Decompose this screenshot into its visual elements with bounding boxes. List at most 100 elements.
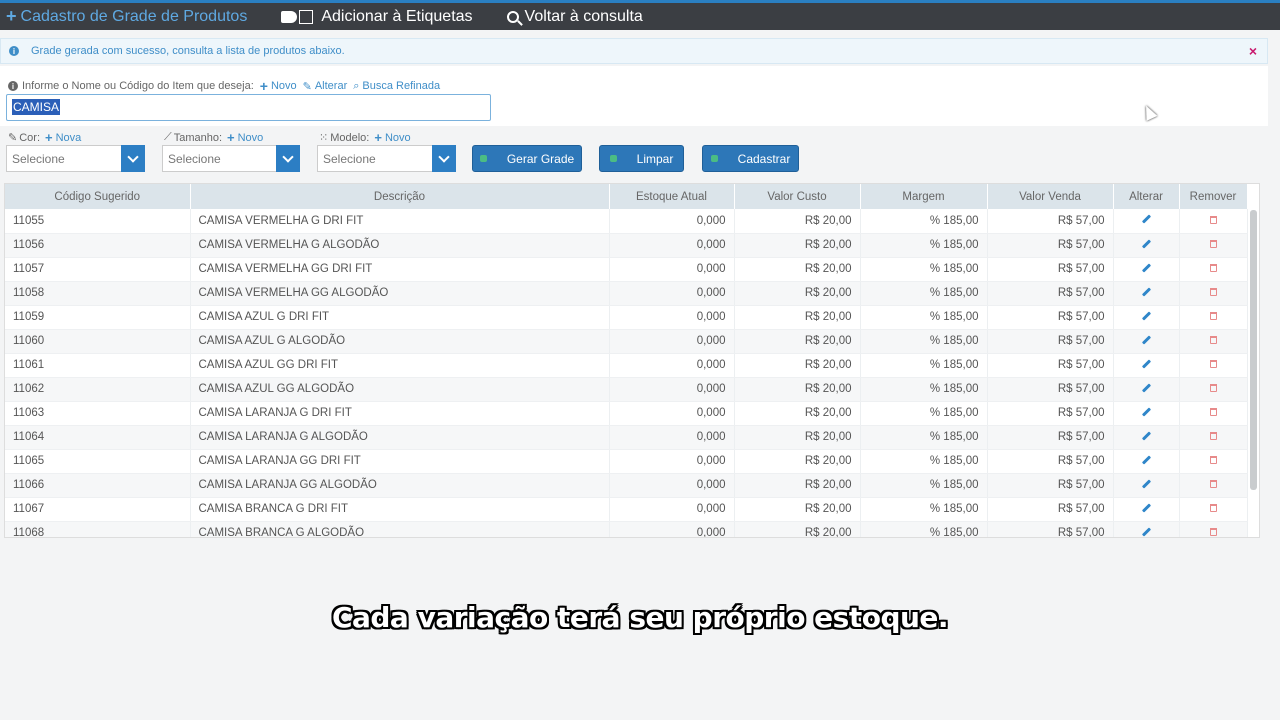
trash-icon[interactable] bbox=[1209, 360, 1217, 368]
add-labels-button[interactable]: Adicionar à Etiquetas bbox=[281, 8, 473, 26]
model-select[interactable]: Selecione bbox=[317, 145, 456, 172]
color-select[interactable]: Selecione bbox=[6, 145, 145, 172]
pencil-icon[interactable] bbox=[1141, 262, 1151, 273]
price-cell: R$ 57,00 bbox=[987, 329, 1114, 354]
table-row[interactable]: 11067 CAMISA BRANCA G DRI FIT 0,000 R$ 20,0… bbox=[5, 497, 1248, 522]
chevron-down-icon[interactable] bbox=[121, 145, 145, 172]
chevron-down-icon[interactable] bbox=[276, 145, 300, 172]
refined-search-link[interactable]: ⌕ Busca Refinada bbox=[353, 80, 440, 93]
size-filter-label-row: ⟋ Tamanho: + Novo bbox=[164, 130, 263, 145]
pencil-icon[interactable] bbox=[1141, 454, 1151, 465]
trash-icon[interactable] bbox=[1209, 480, 1217, 488]
trash-icon[interactable] bbox=[1209, 504, 1217, 512]
pencil-icon[interactable] bbox=[1141, 502, 1151, 513]
remove-cell bbox=[1179, 521, 1248, 537]
table-row[interactable]: 11055 CAMISA VERMELHA G DRI FIT 0,000 R$ 20… bbox=[5, 209, 1248, 234]
margin-cell: % 185,00 bbox=[860, 377, 988, 402]
trash-icon[interactable] bbox=[1209, 215, 1217, 224]
trash-icon[interactable] bbox=[1209, 408, 1217, 416]
table-row[interactable]: 11063 CAMISA LARANJA G DRI FIT 0,000 R$ 20,… bbox=[5, 401, 1248, 426]
table-row[interactable]: 11061 CAMISA AZUL GG DRI FIT 0,000 R$ 20,00… bbox=[5, 353, 1248, 378]
item-search-input[interactable]: CAMISA bbox=[6, 94, 491, 121]
description-cell: CAMISA VERMELHA G DRI FIT bbox=[190, 209, 610, 234]
trash-icon[interactable] bbox=[1209, 528, 1217, 536]
new-model-link[interactable]: + Novo bbox=[374, 130, 410, 145]
trash-icon[interactable] bbox=[1209, 240, 1217, 248]
price-cell: R$ 57,00 bbox=[987, 281, 1114, 306]
stock-cell: 0,000 bbox=[609, 257, 735, 282]
cost-cell: R$ 20,00 bbox=[734, 257, 861, 282]
price-cell: R$ 57,00 bbox=[987, 257, 1114, 282]
pencil-icon[interactable] bbox=[1141, 382, 1151, 393]
price-cell: R$ 57,00 bbox=[987, 233, 1114, 258]
cost-cell: R$ 20,00 bbox=[734, 209, 861, 234]
trash-icon[interactable] bbox=[1209, 312, 1217, 320]
clear-button[interactable]: Limpar bbox=[599, 145, 684, 172]
pencil-icon[interactable] bbox=[1141, 238, 1151, 249]
table-row[interactable]: 11058 CAMISA VERMELHA GG ALGODÃO 0,000 R$ 2… bbox=[5, 281, 1248, 306]
table-scrollbar[interactable] bbox=[1250, 210, 1257, 490]
table-row[interactable]: 11065 CAMISA LARANJA GG DRI FIT 0,000 R$ 20… bbox=[5, 449, 1248, 474]
description-cell: CAMISA LARANJA GG DRI FIT bbox=[190, 449, 610, 474]
stock-cell: 0,000 bbox=[609, 521, 735, 537]
pencil-icon[interactable] bbox=[1141, 406, 1151, 417]
size-select[interactable]: Selecione bbox=[162, 145, 300, 172]
price-cell: R$ 57,00 bbox=[987, 353, 1114, 378]
info-icon: i bbox=[8, 81, 18, 91]
products-table-container: Código Sugerido Descrição Estoque Atual … bbox=[4, 183, 1260, 538]
pencil-icon[interactable] bbox=[1141, 478, 1151, 489]
table-row[interactable]: 11068 CAMISA BRANCA G ALGODÃO 0,000 R$ 20,0… bbox=[5, 521, 1248, 537]
pencil-icon[interactable] bbox=[1141, 214, 1151, 224]
new-size-link[interactable]: + Novo bbox=[227, 130, 263, 145]
chevron-down-icon[interactable] bbox=[432, 145, 456, 172]
checkbox-icon[interactable] bbox=[299, 9, 314, 24]
description-cell: CAMISA VERMELHA G ALGODÃO bbox=[190, 233, 610, 258]
trash-icon[interactable] bbox=[1209, 456, 1217, 464]
trash-icon[interactable] bbox=[1209, 384, 1217, 392]
table-row[interactable]: 11066 CAMISA LARANJA GG ALGODÃO 0,000 R$ 20… bbox=[5, 473, 1248, 498]
code-cell: 11066 bbox=[5, 473, 191, 498]
table-body: 11055 CAMISA VERMELHA G DRI FIT 0,000 R$ 20… bbox=[5, 209, 1248, 537]
column-header[interactable]: Margem bbox=[860, 184, 988, 209]
remove-cell bbox=[1179, 473, 1248, 498]
price-cell: R$ 57,00 bbox=[987, 377, 1114, 402]
model-select-value: Selecione bbox=[323, 151, 376, 166]
edit-item-link[interactable]: ✎ Alterar bbox=[303, 80, 348, 93]
column-header[interactable]: Estoque Atual bbox=[609, 184, 735, 209]
price-cell: R$ 57,00 bbox=[987, 521, 1114, 537]
generate-grid-button[interactable]: Gerar Grade bbox=[472, 145, 582, 172]
table-row[interactable]: 11062 CAMISA AZUL GG ALGODÃO 0,000 R$ 20,00… bbox=[5, 377, 1248, 402]
back-to-query-button[interactable]: Voltar à consulta bbox=[506, 8, 643, 26]
new-size-label: Novo bbox=[237, 131, 264, 144]
pencil-icon[interactable] bbox=[1141, 310, 1151, 321]
stock-cell: 0,000 bbox=[609, 209, 735, 234]
pencil-icon[interactable] bbox=[1141, 286, 1151, 297]
trash-icon[interactable] bbox=[1209, 432, 1217, 440]
close-icon[interactable]: × bbox=[1249, 43, 1257, 59]
pencil-icon[interactable] bbox=[1141, 430, 1151, 441]
column-header[interactable]: Código Sugerido bbox=[5, 184, 191, 209]
price-cell: R$ 57,00 bbox=[987, 401, 1114, 426]
table-row[interactable]: 11064 CAMISA LARANJA G ALGODÃO 0,000 R$ 20,… bbox=[5, 425, 1248, 450]
column-header[interactable]: Valor Venda bbox=[987, 184, 1114, 209]
trash-icon[interactable] bbox=[1209, 336, 1217, 344]
trash-icon[interactable] bbox=[1209, 288, 1217, 296]
register-label: Cadastrar bbox=[737, 151, 791, 166]
table-row[interactable]: 11060 CAMISA AZUL G ALGODÃO 0,000 R$ 20,00%… bbox=[5, 329, 1248, 354]
new-color-link[interactable]: + Nova bbox=[45, 130, 81, 145]
margin-cell: % 185,00 bbox=[860, 233, 988, 258]
margin-cell: % 185,00 bbox=[860, 521, 988, 537]
register-button[interactable]: Cadastrar bbox=[702, 145, 799, 172]
page-title-link[interactable]: + Cadastro de Grade de Produtos bbox=[6, 6, 247, 27]
column-header[interactable]: Descrição bbox=[190, 184, 610, 209]
pencil-icon[interactable] bbox=[1141, 334, 1151, 345]
search-label-row: i Informe o Nome ou Código do Item que d… bbox=[8, 78, 440, 94]
new-item-link[interactable]: + Novo bbox=[260, 78, 297, 94]
pencil-icon[interactable] bbox=[1141, 526, 1151, 537]
table-row[interactable]: 11059 CAMISA AZUL G DRI FIT 0,000 R$ 20,00%… bbox=[5, 305, 1248, 330]
column-header[interactable]: Valor Custo bbox=[734, 184, 861, 209]
trash-icon[interactable] bbox=[1209, 264, 1217, 272]
table-row[interactable]: 11056 CAMISA VERMELHA G ALGODÃO 0,000 R$ 20… bbox=[5, 233, 1248, 258]
table-row[interactable]: 11057 CAMISA VERMELHA GG DRI FIT 0,000 R$ 2… bbox=[5, 257, 1248, 282]
pencil-icon[interactable] bbox=[1141, 358, 1151, 369]
